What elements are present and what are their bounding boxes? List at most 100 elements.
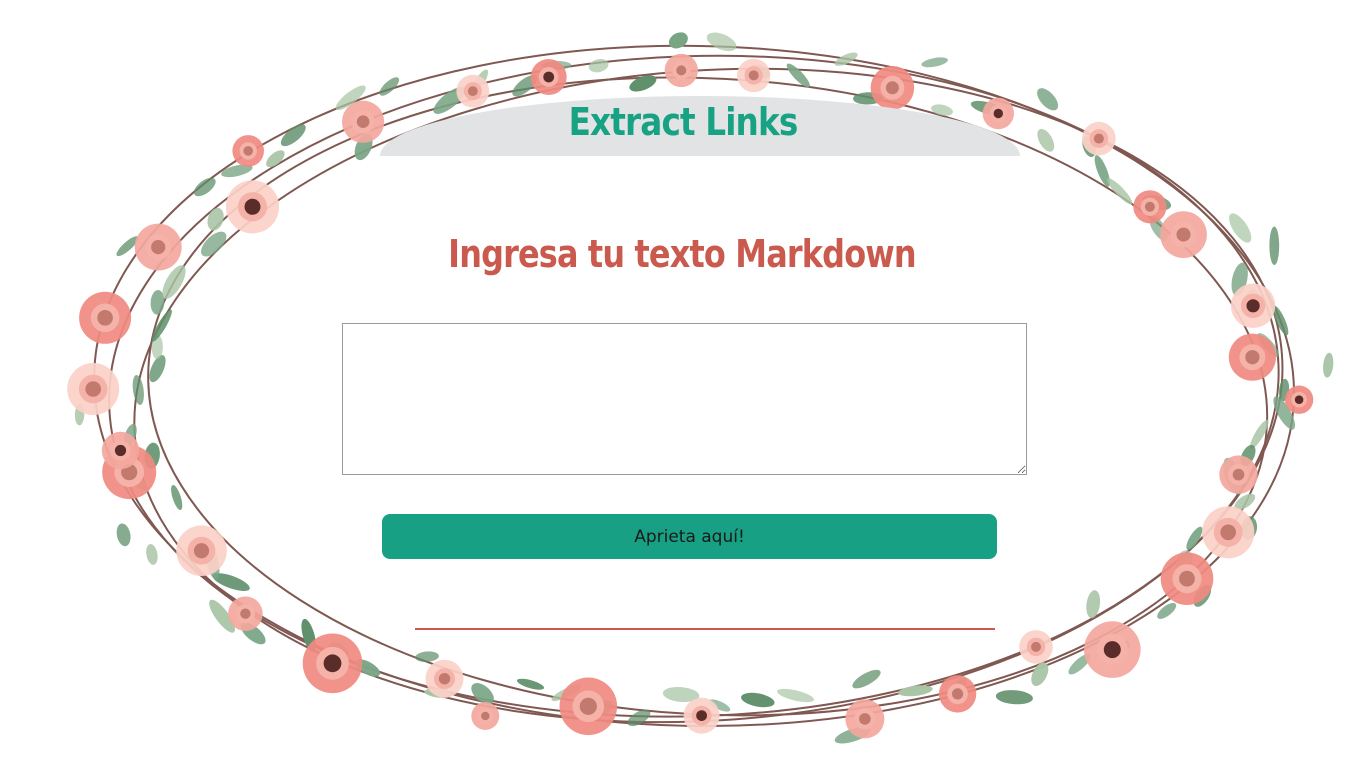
- wreath-flower: [1133, 190, 1167, 224]
- wreath-leaf: [741, 692, 775, 708]
- wreath-leaf: [171, 484, 183, 511]
- wreath-leaf: [149, 354, 166, 383]
- wreath-flower: [1219, 455, 1258, 494]
- wreath-flower: [101, 431, 140, 470]
- wreath-leaf: [151, 334, 163, 360]
- wreath-flower: [845, 699, 885, 739]
- markdown-text-input[interactable]: [342, 323, 1027, 475]
- wreath-leaf: [516, 678, 545, 690]
- wreath-leaf: [1272, 305, 1289, 336]
- wreath-flower: [102, 445, 157, 500]
- wreath-leaf: [470, 69, 489, 95]
- wreath-leaf: [240, 622, 266, 645]
- wreath-flower: [79, 291, 132, 344]
- wreath-flower: [530, 59, 567, 95]
- wreath-leaf: [124, 423, 137, 447]
- wreath-leaf: [1110, 640, 1130, 666]
- wreath-leaf: [1323, 352, 1334, 378]
- wreath-leaf: [146, 544, 158, 565]
- wreath-leaf: [1082, 135, 1096, 157]
- wreath-leaf: [834, 52, 858, 66]
- wreath-flower: [67, 363, 120, 415]
- wreath-leaf: [212, 573, 250, 592]
- wreath-leaf: [471, 683, 494, 705]
- wreath-flower: [1082, 121, 1116, 156]
- wreath-leaf: [1231, 262, 1248, 296]
- wreath-leaf: [852, 669, 881, 689]
- wreath-leaf: [668, 32, 688, 49]
- wreath-leaf: [1257, 333, 1279, 357]
- wreath-leaf: [1269, 226, 1280, 266]
- wreath-flower: [1160, 211, 1207, 258]
- wreath-leaf: [132, 375, 144, 405]
- wreath-leaf: [1229, 213, 1252, 243]
- wreath-leaf: [151, 309, 172, 342]
- wreath-leaf: [970, 100, 1007, 116]
- wreath-flower: [1160, 552, 1214, 605]
- wreath-leaf: [786, 63, 810, 88]
- wreath-leaf: [207, 207, 224, 231]
- wreath-leaf: [266, 150, 285, 168]
- wreath-leaf: [1037, 128, 1055, 152]
- wreath-leaf: [1234, 493, 1256, 511]
- wreath-flower: [228, 596, 263, 631]
- wreath-flower: [1202, 506, 1255, 559]
- wreath-flower: [1284, 385, 1314, 414]
- wreath-leaf: [551, 684, 581, 702]
- wreath-flower: [1019, 630, 1053, 664]
- wreath-leaf: [354, 134, 373, 161]
- wreath-leaf: [1149, 215, 1168, 241]
- wreath-leaf: [379, 77, 400, 96]
- wreath-leaf: [335, 85, 366, 111]
- wreath-leaf: [1273, 396, 1296, 430]
- wreath-leaf: [1223, 457, 1244, 495]
- wreath-leaf: [1240, 444, 1256, 467]
- wreath-flower: [225, 180, 280, 234]
- wreath-leaf: [74, 403, 85, 426]
- wreath-leaf: [1193, 584, 1212, 607]
- wreath-leaf: [898, 685, 933, 697]
- extract-links-button[interactable]: Aprieta aquí!: [382, 514, 997, 559]
- wreath-leaf: [150, 290, 165, 315]
- wreath-leaf: [1157, 602, 1177, 619]
- wreath-flower: [1084, 621, 1141, 678]
- wreath-leaf: [209, 599, 236, 633]
- wreath-flower: [664, 53, 698, 88]
- wreath-leaf: [512, 75, 538, 97]
- wreath-leaf: [708, 699, 731, 712]
- wreath-flower: [302, 633, 363, 694]
- app-page: Extract Links Ingresa tu texto Markdown …: [0, 0, 1366, 768]
- wreath-leaf: [162, 265, 186, 299]
- wreath-leaf: [541, 60, 572, 70]
- wreath-leaf: [1037, 88, 1059, 111]
- wreath-leaf: [776, 688, 815, 703]
- markdown-input-heading: Ingresa tu texto Markdown: [448, 232, 916, 276]
- wreath-leaf: [221, 164, 253, 178]
- wreath-flower: [134, 223, 182, 271]
- wreath-leaf: [587, 699, 614, 716]
- wreath-leaf: [834, 727, 871, 744]
- wreath-flower: [982, 97, 1014, 130]
- wreath-leaf: [588, 58, 609, 73]
- wreath-leaf: [629, 75, 657, 92]
- wreath-leaf: [706, 32, 737, 52]
- wreath-leaf: [1086, 590, 1101, 619]
- wreath-leaf: [1068, 653, 1091, 675]
- wreath-flower: [1230, 283, 1276, 328]
- wreath-leaf: [951, 677, 967, 702]
- wreath-flower: [938, 675, 977, 713]
- wreath-flower: [176, 525, 227, 576]
- wreath-leaf: [921, 57, 948, 68]
- wreath-leaf: [280, 124, 306, 147]
- wreath-leaf: [327, 642, 349, 660]
- wreath-leaf: [415, 651, 439, 662]
- wreath-leaf: [116, 523, 131, 547]
- wreath-leaf: [1031, 662, 1049, 686]
- wreath-flower: [683, 697, 720, 734]
- wreath-leaf: [144, 442, 160, 469]
- wreath-leaf: [301, 618, 316, 652]
- app-title: Extract Links: [568, 100, 799, 144]
- wreath-flower: [737, 58, 771, 93]
- results-divider: [415, 628, 995, 630]
- wreath-leaf: [201, 231, 227, 257]
